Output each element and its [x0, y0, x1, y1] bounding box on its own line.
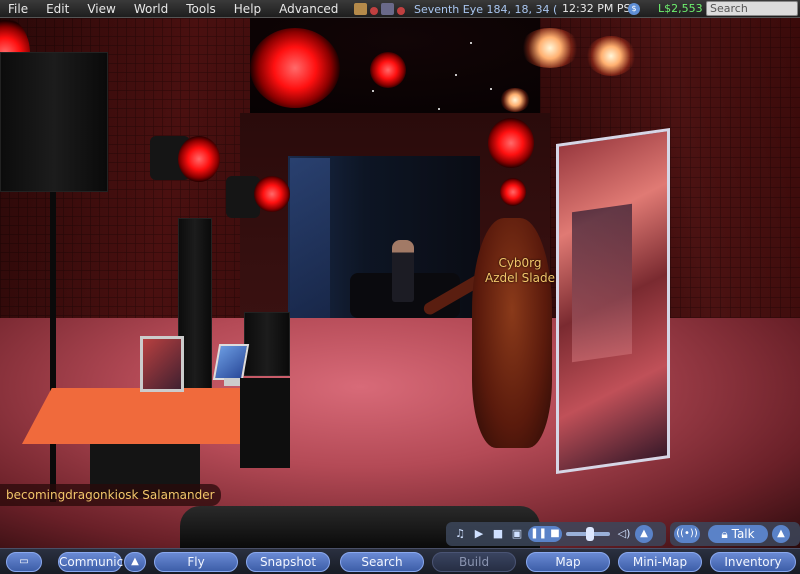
star [455, 74, 457, 76]
talk-button[interactable]: 🔒︎ Talk [708, 525, 768, 543]
monitor[interactable] [140, 336, 184, 392]
ceiling-light-glow [500, 88, 530, 112]
voice-controls: ((•)) 🔒︎ Talk ▲ [670, 522, 800, 546]
lock-icon: 🔒︎ [721, 527, 732, 541]
music-icon[interactable]: ♫ [452, 526, 468, 542]
ceiling-light-glow [520, 28, 580, 68]
inventory-button[interactable]: Inventory [710, 552, 796, 572]
search-input[interactable]: Search [706, 1, 798, 16]
no-fly-icon[interactable] [370, 7, 378, 15]
menu-view[interactable]: View [78, 0, 124, 18]
speaker[interactable] [0, 52, 108, 192]
chevron-up-icon[interactable]: ▲ [635, 525, 653, 543]
spotlight[interactable] [500, 178, 526, 206]
spotlight[interactable] [178, 136, 220, 182]
voice-chat-icon[interactable]: ((•)) [674, 525, 700, 543]
chair[interactable] [240, 378, 290, 468]
mini-map-button[interactable]: Mini-Map [618, 552, 702, 572]
search-button[interactable]: Search [340, 552, 424, 572]
star [372, 90, 374, 92]
media-controls: ♫ ▶ ■ ▣ ❚❚ ■ ◁) ▲ [446, 522, 666, 546]
spotlight[interactable] [370, 52, 406, 88]
buy-currency-icon[interactable]: $ [628, 3, 640, 15]
bottom-toolbar: ▭ Communic ▲ Fly Snapshot Search Build M… [0, 548, 800, 574]
speaker[interactable] [244, 312, 290, 376]
fly-button[interactable]: Fly [154, 552, 238, 572]
menu-file[interactable]: File [0, 0, 37, 18]
volume-slider[interactable] [566, 527, 610, 541]
star [470, 42, 472, 44]
chat-bar-icon[interactable]: ▭ [6, 552, 42, 572]
menu-tools[interactable]: Tools [177, 0, 225, 18]
spotlight[interactable] [488, 118, 534, 168]
media-screen-content [572, 203, 632, 363]
menu-help[interactable]: Help [225, 0, 270, 18]
menu-advanced[interactable]: Advanced [270, 0, 347, 18]
speaker-icon[interactable]: ◁) [616, 526, 632, 542]
world-view[interactable]: Cyb0rg Azdel Slade becomingdragonkiosk S… [0, 18, 800, 548]
menu-bar: File Edit View World Tools Help Advanced… [0, 0, 800, 18]
build-allowed-icon[interactable] [354, 3, 367, 15]
dragon-avatar[interactable] [472, 218, 552, 448]
doorway-light [290, 158, 330, 318]
media-icon[interactable]: ▣ [509, 526, 525, 542]
star [438, 108, 440, 110]
play-icon[interactable]: ▶ [471, 526, 487, 542]
communicate-button[interactable]: Communic [58, 552, 123, 572]
talk-label: Talk [731, 527, 755, 541]
map-button[interactable]: Map [526, 552, 610, 572]
avatar-group-title: Cyb0rg [498, 256, 542, 270]
speaker-stand [50, 192, 56, 502]
balance[interactable]: L$2,553 [658, 0, 703, 18]
menu-edit[interactable]: Edit [37, 0, 78, 18]
ceiling-light-glow [586, 36, 636, 76]
star [490, 88, 492, 90]
build-button[interactable]: Build [432, 552, 516, 572]
chevron-up-icon[interactable]: ▲ [772, 525, 790, 543]
clock: 12:32 PM PST [562, 2, 638, 15]
seated-avatar[interactable] [392, 240, 414, 302]
chevron-up-icon[interactable]: ▲ [124, 552, 146, 572]
parcel-status: Seventh Eye 184, 18, 34 ( [354, 0, 557, 18]
local-avatar-nametag: becomingdragonkiosk Salamander [0, 484, 221, 506]
no-scripts-icon[interactable] [381, 3, 394, 15]
volume-knob[interactable] [586, 527, 594, 541]
pause-button[interactable]: ❚❚ ■ [528, 526, 562, 542]
menu-world[interactable]: World [125, 0, 177, 18]
location-text[interactable]: Seventh Eye 184, 18, 34 ( [414, 3, 557, 16]
stop-icon[interactable]: ■ [490, 526, 506, 542]
avatar-name: Azdel Slade [485, 271, 555, 285]
snapshot-button[interactable]: Snapshot [246, 552, 330, 572]
spotlight[interactable] [254, 176, 290, 212]
no-push-icon[interactable] [397, 7, 405, 15]
spotlight[interactable] [250, 28, 340, 108]
avatar-nametag: Cyb0rg Azdel Slade [480, 256, 560, 286]
laptop[interactable] [212, 344, 250, 380]
